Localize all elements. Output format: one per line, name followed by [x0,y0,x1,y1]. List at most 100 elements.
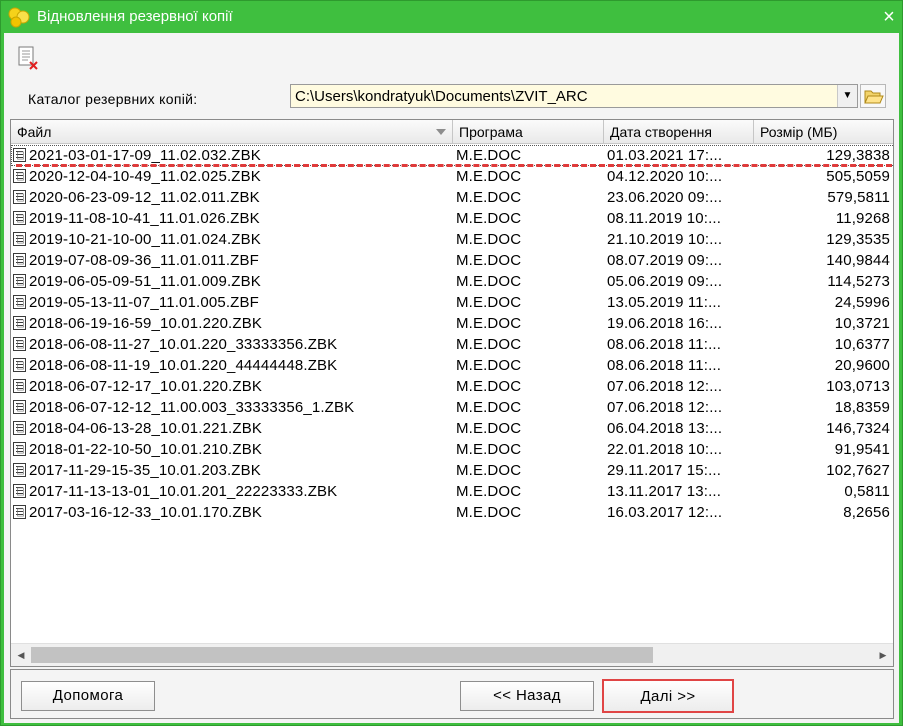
table-row[interactable]: 2017-11-29-15-35_10.01.203.ZBK M.E.DOC 29.… [11,460,893,481]
delete-file-icon[interactable] [16,45,40,71]
column-header-size[interactable]: Розмір (МБ) [754,120,893,144]
table-row[interactable]: 2018-06-08-11-19_10.01.220_44444448.ZBK M… [11,355,893,376]
file-cell: 2020-12-04-10-49_11.02.025.ZBK [11,166,451,187]
program-cell: M.E.DOC [456,252,522,269]
scroll-right-icon[interactable]: ▶ [875,648,891,662]
column-header-date[interactable]: Дата створення [604,120,754,144]
catalog-path-value: C:\Users\kondratyuk\Documents\ZVIT_ARC [295,88,588,105]
backup-file-icon [13,190,26,204]
table-row[interactable]: 2019-07-08-09-36_11.01.011.ZBF M.E.DOC 08.… [11,250,893,271]
date-cell: 08.06.2018 11:... [607,336,722,353]
backup-file-icon [13,358,26,372]
file-cell: 2018-06-19-16-59_10.01.220.ZBK [11,313,451,334]
file-cell: 2021-03-01-17-09_11.02.032.ZBK [11,145,451,166]
file-cell: 2019-10-21-10-00_11.01.024.ZBK [11,229,451,250]
date-cell: 16.03.2017 12:... [607,504,723,521]
table-row[interactable]: 2021-03-01-17-09_11.02.032.ZBK M.E.DOC 01.… [11,145,893,166]
backup-file-icon [13,211,26,225]
column-header-size-label: Розмір (МБ) [760,124,838,140]
file-name: 2018-06-08-11-27_10.01.220_33333356.ZBK [29,336,338,353]
app-logo-icon [8,7,30,28]
close-button[interactable]: × [879,7,899,27]
column-header-program-label: Програма [459,124,523,140]
catalog-label: Каталог резервних копій: [28,91,198,107]
backup-file-icon [13,421,26,435]
table-row[interactable]: 2020-06-23-09-12_11.02.011.ZBK M.E.DOC 23.… [11,187,893,208]
program-cell: M.E.DOC [456,336,522,353]
program-cell: M.E.DOC [456,189,522,206]
scroll-left-icon[interactable]: ◀ [13,648,29,662]
backup-file-icon [13,463,26,477]
table-row[interactable]: 2019-11-08-10-41_11.01.026.ZBK M.E.DOC 08.… [11,208,893,229]
column-header-file-label: Файл [17,124,52,140]
program-cell: M.E.DOC [456,504,522,521]
table-row[interactable]: 2018-06-08-11-27_10.01.220_33333356.ZBK M… [11,334,893,355]
file-name: 2021-03-01-17-09_11.02.032.ZBK [29,147,261,164]
table-row[interactable]: 2018-01-22-10-50_10.01.210.ZBK M.E.DOC 22.… [11,439,893,460]
table-row[interactable]: 2017-11-13-13-01_10.01.201_22223333.ZBK M… [11,481,893,502]
next-button[interactable]: Далі >> [602,679,734,713]
date-cell: 05.06.2019 09:... [607,273,723,290]
table-row[interactable]: 2019-06-05-09-51_11.01.009.ZBK M.E.DOC 05.… [11,271,893,292]
table-row[interactable]: 2018-06-07-12-12_11.00.003_33333356_1.ZB… [11,397,893,418]
sort-descending-icon [436,129,446,135]
backup-file-icon [13,253,26,267]
table-row[interactable]: 2017-03-16-12-33_10.01.170.ZBK M.E.DOC 16.… [11,502,893,523]
date-cell: 29.11.2017 15:... [607,462,722,479]
size-cell: 140,9844 [826,252,890,269]
file-cell: 2017-11-13-13-01_10.01.201_22223333.ZBK [11,481,451,502]
file-cell: 2019-06-05-09-51_11.01.009.ZBK [11,271,451,292]
next-button-label: Далі >> [640,688,696,705]
program-cell: M.E.DOC [456,315,522,332]
size-cell: 103,0713 [826,378,890,395]
size-cell: 10,3721 [834,315,890,332]
size-cell: 11,9268 [835,210,890,227]
back-button[interactable]: << Назад [460,681,594,711]
chevron-down-icon[interactable]: ▼ [837,85,857,107]
program-cell: M.E.DOC [456,168,522,185]
file-name: 2018-06-19-16-59_10.01.220.ZBK [29,315,263,332]
table-row[interactable]: 2018-06-07-12-17_10.01.220.ZBK M.E.DOC 07.… [11,376,893,397]
file-name: 2020-12-04-10-49_11.02.025.ZBK [29,168,261,185]
help-button[interactable]: Допомога [21,681,155,711]
date-cell: 13.05.2019 11:... [607,294,722,311]
table-header: Файл Програма Дата створення Розмір (МБ) [11,120,893,144]
size-cell: 18,8359 [834,399,890,416]
backup-file-icon [13,442,26,456]
backup-file-icon [13,484,26,498]
dialog-body: Каталог резервних копій: C:\Users\kondra… [4,33,899,723]
column-header-file[interactable]: Файл [11,120,453,144]
date-cell: 13.11.2017 13:... [607,483,722,500]
browse-folder-button[interactable] [860,84,886,108]
backup-file-icon [13,400,26,414]
size-cell: 0,5811 [844,483,890,500]
size-cell: 114,5273 [827,273,890,290]
date-cell: 19.06.2018 16:... [607,315,723,332]
restore-backup-dialog: Відновлення резервної копії × Каталог ре… [0,0,903,726]
table-row[interactable]: 2019-10-21-10-00_11.01.024.ZBK M.E.DOC 21.… [11,229,893,250]
scrollbar-thumb[interactable] [31,647,653,663]
date-cell: 08.11.2019 10:... [607,210,722,227]
button-bar: Допомога << Назад Далі >> [10,669,894,719]
backup-files-table[interactable]: Файл Програма Дата створення Розмір (МБ)… [10,119,894,667]
file-name: 2019-06-05-09-51_11.01.009.ZBK [29,273,261,290]
table-row[interactable]: 2020-12-04-10-49_11.02.025.ZBK M.E.DOC 04.… [11,166,893,187]
file-name: 2018-04-06-13-28_10.01.221.ZBK [29,420,263,437]
horizontal-scrollbar[interactable]: ◀ ▶ [11,643,893,666]
table-row[interactable]: 2019-05-13-11-07_11.01.005.ZBF M.E.DOC 13.… [11,292,893,313]
catalog-path-combobox[interactable]: C:\Users\kondratyuk\Documents\ZVIT_ARC ▼ [290,84,858,108]
size-cell: 20,9600 [834,357,890,374]
column-header-date-label: Дата створення [610,124,712,140]
table-row[interactable]: 2018-06-19-16-59_10.01.220.ZBK M.E.DOC 19.… [11,313,893,334]
column-header-program[interactable]: Програма [453,120,604,144]
size-cell: 129,3838 [826,147,890,164]
file-cell: 2018-06-07-12-17_10.01.220.ZBK [11,376,451,397]
table-row[interactable]: 2018-04-06-13-28_10.01.221.ZBK M.E.DOC 06.… [11,418,893,439]
program-cell: M.E.DOC [456,462,522,479]
file-cell: 2018-06-08-11-27_10.01.220_33333356.ZBK [11,334,451,355]
size-cell: 102,7627 [826,462,890,479]
date-cell: 07.06.2018 12:... [607,399,723,416]
file-cell: 2018-01-22-10-50_10.01.210.ZBK [11,439,451,460]
file-cell: 2019-05-13-11-07_11.01.005.ZBF [11,292,451,313]
date-cell: 22.01.2018 10:... [607,441,723,458]
